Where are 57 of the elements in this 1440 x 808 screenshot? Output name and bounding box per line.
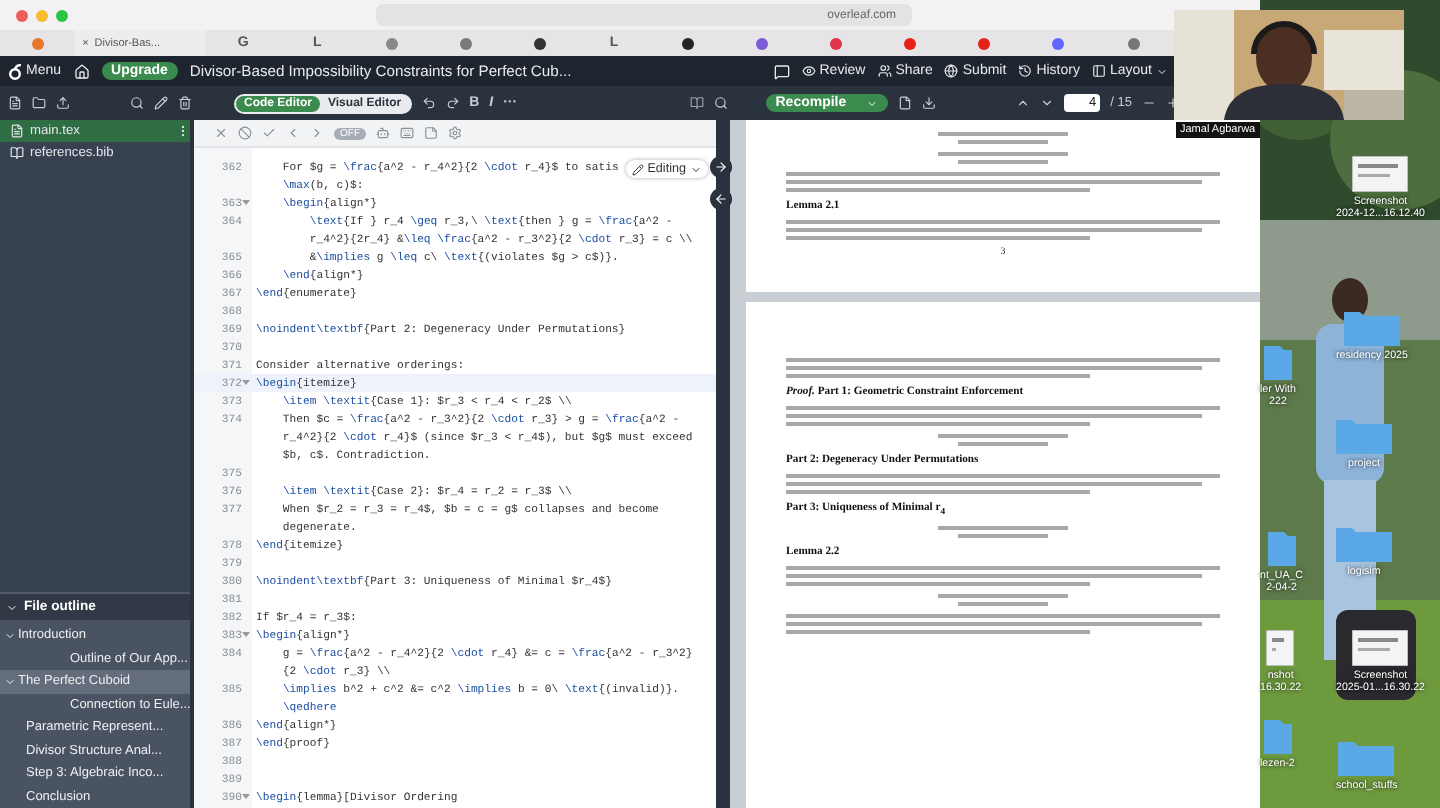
logo-icon [8,63,22,79]
caret-icon [690,163,702,175]
trash-icon[interactable] [178,96,192,110]
document-icon[interactable] [898,96,913,110]
new-folder-icon[interactable] [32,96,46,110]
pencil-icon[interactable] [154,96,168,110]
blurred-formula-drawing [937,526,1069,539]
search-icon[interactable] [713,96,728,110]
file-icon [10,124,24,138]
close-window-button[interactable] [16,9,28,21]
note-icon[interactable] [424,126,438,140]
submit-icon [944,64,959,78]
check-icon[interactable] [262,126,276,140]
tab-favicon-icon[interactable] [533,37,546,49]
fold-caret-icon[interactable] [242,630,250,638]
arrow-right-icon [714,160,728,174]
chevron-down-icon [6,601,18,613]
next-page-icon[interactable] [1040,96,1055,110]
search-icon[interactable] [130,96,144,110]
close-icon[interactable] [214,126,228,140]
chevron-down-icon[interactable] [4,629,16,642]
download-icon[interactable] [922,96,937,110]
review-icon [801,64,816,78]
new-file-icon[interactable] [8,96,22,110]
tab-favicon-icon[interactable] [682,37,695,49]
fold-caret-icon[interactable] [242,792,250,800]
forward-icon[interactable] [310,126,324,140]
more-options-icon [176,124,190,138]
blurred-formula-drawing [937,132,1069,144]
chat-icon[interactable] [773,63,790,79]
previous-page-icon[interactable] [1016,96,1031,110]
back-icon[interactable] [286,126,300,140]
redo-icon[interactable] [445,96,460,110]
blurred-formula-drawing [937,434,1069,446]
undo-icon[interactable] [421,96,436,110]
book-icon[interactable] [689,96,704,110]
fold-caret-icon[interactable] [242,378,250,386]
blurred-formula-drawing [937,594,1069,607]
history-icon [1018,64,1033,78]
arrow-left-icon [714,192,728,206]
home-icon[interactable] [73,63,90,79]
blurred-formula-drawing [937,152,1069,164]
zoom-window-button[interactable] [56,9,68,21]
chevron-down-icon[interactable] [4,675,16,688]
pencil-icon [631,163,644,175]
caret-icon [866,97,879,109]
robot-icon[interactable] [376,126,390,140]
settings-icon[interactable] [448,126,462,140]
caret-icon [1156,65,1168,77]
zoom-out-icon[interactable] [1142,96,1156,110]
keyboard-icon[interactable] [400,126,414,140]
share-icon [877,64,892,78]
zoom-in-icon[interactable] [1166,96,1180,110]
book-icon [10,146,24,160]
upload-icon[interactable] [56,96,70,110]
layout-icon [1091,64,1106,78]
fold-caret-icon[interactable] [242,198,250,206]
